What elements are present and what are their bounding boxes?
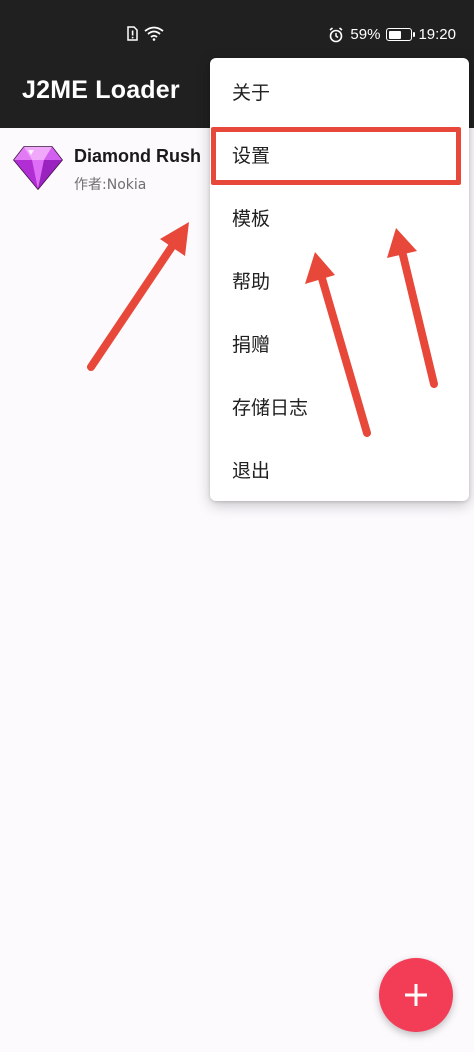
app-title: J2ME Loader: [22, 76, 180, 104]
battery-level-fill: [388, 30, 402, 39]
menu-item-templates[interactable]: 模板: [210, 186, 469, 248]
app-name: Diamond Rush: [74, 146, 202, 166]
menu-item-donate[interactable]: 捐赠: [210, 312, 469, 374]
plus-icon: [405, 984, 427, 1006]
sim-alert-icon: [127, 26, 138, 41]
menu-item-help[interactable]: 帮助: [210, 249, 469, 311]
menu-item-save-log[interactable]: 存储日志: [210, 375, 469, 437]
clock: 19:20: [418, 26, 456, 43]
battery-icon: [386, 28, 416, 41]
status-bar: 59% 19:20: [0, 0, 474, 56]
menu-item-exit[interactable]: 退出: [210, 438, 469, 500]
battery-percent: 59%: [350, 26, 381, 43]
alarm-icon: [329, 26, 343, 42]
add-app-button[interactable]: [379, 958, 453, 1032]
annotation-arrow: [87, 222, 189, 371]
wifi-icon: [144, 26, 164, 41]
menu-item-about[interactable]: 关于: [210, 60, 469, 122]
annotation-highlight-box: [211, 127, 461, 185]
app-author: 作者:Nokia: [74, 177, 147, 193]
diamond-icon: [13, 146, 63, 191]
overflow-menu: 关于 设置 模板 帮助 捐赠 存储日志 退出: [210, 58, 469, 501]
